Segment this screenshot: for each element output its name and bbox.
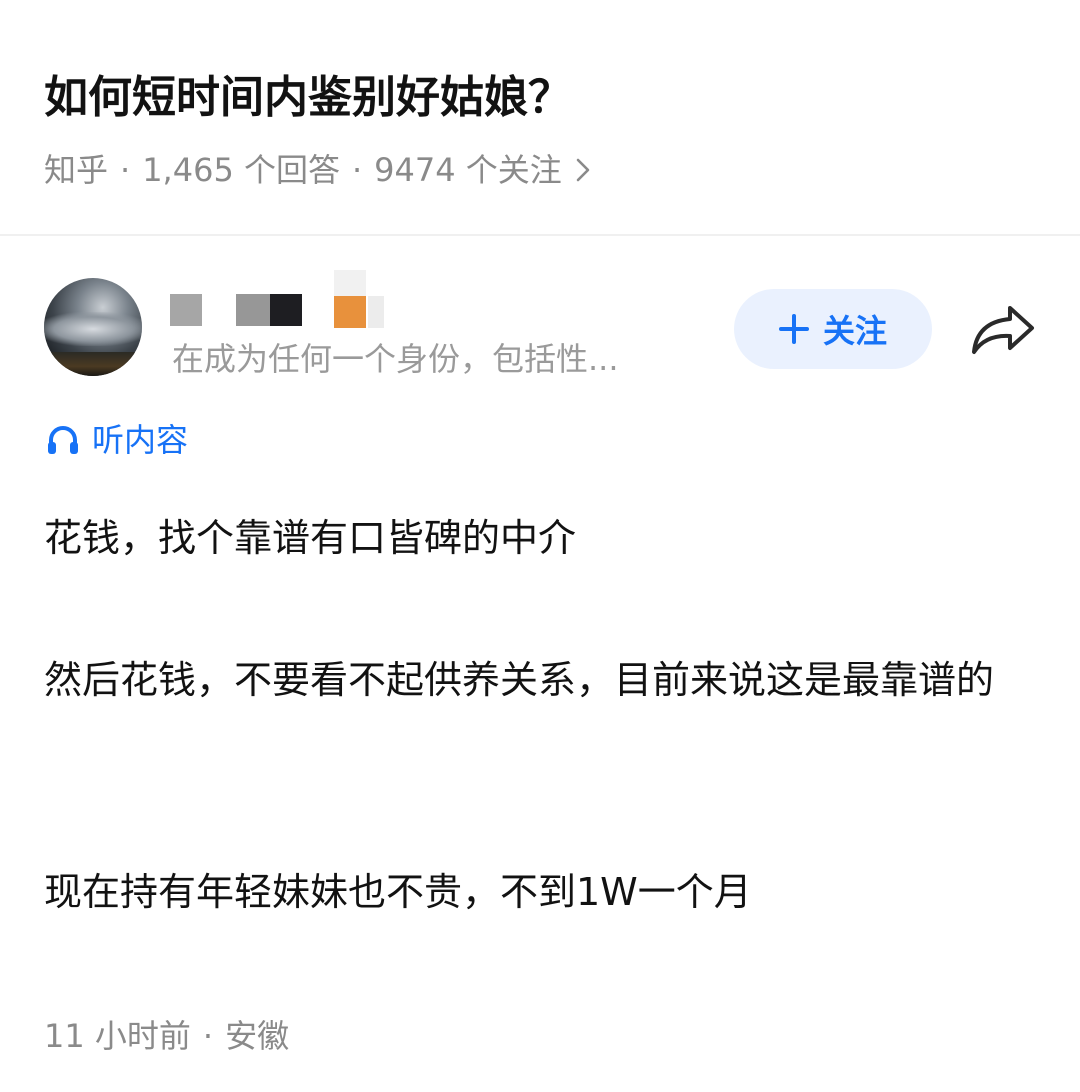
- followers-count: 9474 个关注: [374, 151, 562, 189]
- listen-content-button[interactable]: 听内容: [46, 418, 188, 462]
- question-title[interactable]: 如何短时间内鉴别好姑娘？: [44, 68, 572, 128]
- author-bio: 在成为任何一个身份，包括性...: [172, 340, 619, 378]
- answer-paragraph: 现在持有年轻妹妹也不贵，不到1W一个月: [44, 870, 752, 914]
- answer-paragraph: 然后花钱，不要看不起供养关系，目前来说这是最靠谱的: [44, 658, 995, 702]
- section-divider: [0, 234, 1080, 236]
- answer-meta: 11 小时前 · 安徽: [44, 1014, 289, 1058]
- source-label: 知乎: [44, 151, 109, 189]
- meta-separator: ·: [120, 151, 131, 189]
- avatar-ground: [44, 352, 142, 376]
- meta-separator: ·: [202, 1017, 214, 1055]
- author-name-redacted[interactable]: [170, 270, 400, 332]
- meta-separator: ·: [351, 151, 363, 189]
- answer-paragraph: 花钱，找个靠谱有口皆碑的中介: [44, 516, 577, 560]
- share-arrow-icon[interactable]: [970, 302, 1036, 356]
- follow-label: 关注: [822, 312, 887, 350]
- listen-label: 听内容: [92, 421, 189, 459]
- plus-icon: [778, 314, 809, 344]
- author-avatar[interactable]: [44, 278, 142, 376]
- chevron-right-icon: [576, 158, 590, 182]
- answer-page: 如何短时间内鉴别好姑娘？ 知乎 · 1,465 个回答 · 9474 个关注 在…: [0, 0, 1080, 1092]
- answer-location: 安徽: [225, 1017, 290, 1055]
- follow-button[interactable]: 关注: [734, 289, 932, 369]
- question-meta[interactable]: 知乎 · 1,465 个回答 · 9474 个关注: [44, 148, 590, 192]
- avatar-cloud: [44, 312, 142, 346]
- headphones-icon: [46, 425, 80, 455]
- answer-time: 11 小时前: [44, 1017, 191, 1055]
- answers-count: 1,465 个回答: [142, 151, 340, 189]
